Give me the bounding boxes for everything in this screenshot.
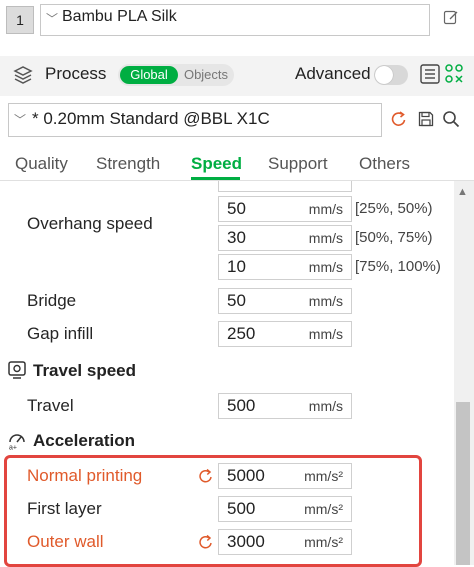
objects-setting-icon[interactable] [444, 63, 464, 85]
gap-infill-label: Gap infill [27, 324, 94, 343]
acceleration-icon: a+ [9, 434, 25, 451]
scrollbar-thumb[interactable] [456, 402, 470, 565]
tab-others[interactable]: Others [359, 154, 410, 174]
overhang-speed-label: Overhang speed [27, 214, 153, 233]
list-icon[interactable] [420, 64, 440, 84]
field-value: 500 [227, 499, 256, 518]
overhang-range-1: [25%, 50%) [355, 200, 433, 217]
filament-name: Bambu PLA Silk [62, 8, 177, 25]
field-unit: mm/s [308, 326, 343, 342]
field-unit: mm/s² [304, 501, 343, 517]
chevron-down-icon: ﹀ [14, 113, 27, 127]
first-layer-label: First layer [27, 499, 102, 518]
overhang-range-2: [50%, 75%) [355, 229, 433, 246]
field-unit: mm/s² [304, 534, 343, 550]
reset-icon[interactable] [198, 534, 214, 550]
tab-support[interactable]: Support [268, 154, 328, 174]
overhang-range-3: [75%, 100%) [355, 258, 441, 275]
bridge-speed-field[interactable]: 50 mm/s [218, 288, 352, 314]
advanced-switch-knob [375, 66, 393, 84]
outer-wall-label: Outer wall [27, 532, 104, 551]
field-unit: mm/s [308, 230, 343, 246]
process-title: Process [45, 64, 107, 83]
field-unit: mm/s² [304, 468, 343, 484]
bridge-label: Bridge [27, 291, 77, 310]
field-unit: mm/s [308, 398, 343, 414]
field-unit: mm/s [308, 259, 343, 275]
field-value: 500 [227, 396, 256, 415]
overhang-speed-field-2[interactable]: 30 mm/s [218, 225, 352, 251]
tab-quality[interactable]: Quality [15, 154, 68, 174]
outer-wall-accel-field[interactable]: 3000 mm/s² [218, 529, 352, 555]
reset-icon[interactable] [198, 468, 214, 484]
chevron-down-icon: ﹀ [46, 12, 59, 26]
save-icon[interactable] [418, 111, 434, 127]
gap-infill-speed-field[interactable]: 250 mm/s [218, 321, 352, 347]
search-icon[interactable] [442, 110, 460, 128]
field-value: 50 [227, 199, 246, 218]
overhang-speed-field-1[interactable]: 50 mm/s [218, 196, 352, 222]
field-value: 250 [227, 324, 256, 343]
layers-icon [13, 66, 33, 84]
overhang-speed-field-3[interactable]: 10 mm/s [218, 254, 352, 280]
scroll-up-arrow-icon[interactable]: ▲ [457, 186, 468, 198]
field-unit: mm/s [308, 201, 343, 217]
field-value: 30 [227, 228, 246, 247]
travel-speed-title: Travel speed [33, 361, 137, 380]
field-unit: mm/s [308, 293, 343, 309]
tab-strength[interactable]: Strength [96, 154, 160, 174]
normal-printing-accel-field[interactable]: 5000 mm/s² [218, 463, 352, 489]
svg-text:a+: a+ [9, 445, 17, 451]
acceleration-title: Acceleration [33, 431, 136, 450]
advanced-label: Advanced [295, 64, 371, 83]
field-value: 10 [227, 257, 246, 276]
travel-speed-field[interactable]: 500 mm/s [218, 393, 352, 419]
toggle-global[interactable]: Global [120, 66, 178, 84]
travel-label: Travel [27, 396, 74, 415]
tab-speed[interactable]: Speed [191, 154, 242, 174]
reset-icon[interactable] [390, 110, 408, 128]
partial-speed-field[interactable] [218, 181, 352, 192]
field-value: 50 [227, 291, 246, 310]
edit-icon[interactable] [443, 9, 459, 25]
filament-index-badge[interactable]: 1 [6, 6, 34, 34]
normal-printing-label: Normal printing [27, 466, 143, 485]
first-layer-accel-field[interactable]: 500 mm/s² [218, 496, 352, 522]
field-value: 5000 [227, 466, 265, 485]
preset-name: * 0.20mm Standard @BBL X1C [32, 109, 270, 128]
field-value: 3000 [227, 532, 265, 551]
toggle-objects[interactable]: Objects [179, 66, 233, 84]
travel-speed-icon [8, 361, 26, 379]
